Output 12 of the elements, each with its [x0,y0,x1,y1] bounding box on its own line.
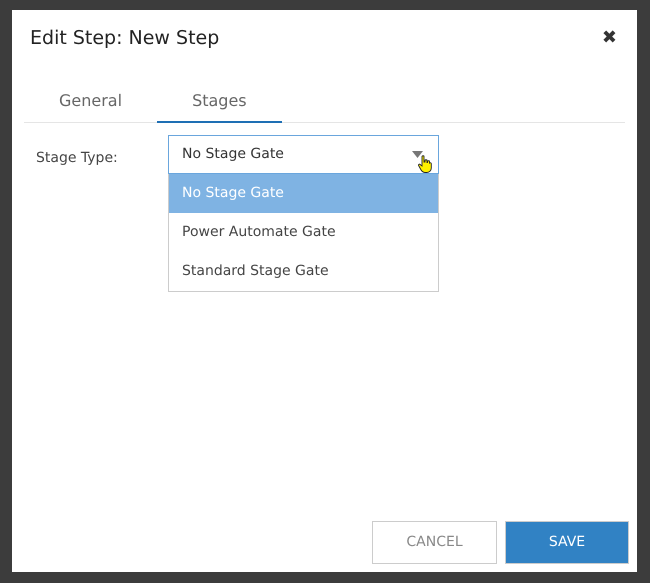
cancel-button[interactable]: CANCEL [372,521,497,564]
stage-type-dropdown[interactable]: No Stage Gate [168,134,439,174]
hand-cursor-icon [418,154,432,172]
caret-icon [412,150,423,158]
tab[interactable]: Stages [157,86,282,122]
dropdown-option[interactable]: Power Automate Gate [169,212,438,252]
save-button[interactable]: SAVE [505,521,629,564]
tab[interactable]: General [24,86,158,122]
dropdown-option[interactable]: Standard Stage Gate [169,252,438,290]
field-label: Stage Type: [36,148,119,168]
dialog-title: Edit Step: New Step [30,26,220,51]
close-button[interactable]: ✖ [602,29,617,48]
